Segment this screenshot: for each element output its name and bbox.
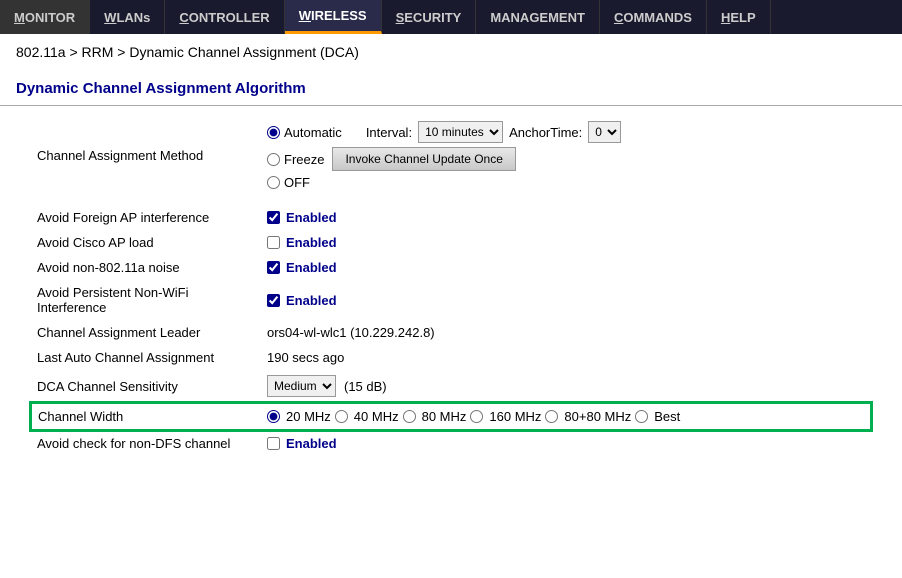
spacer-row-1: [31, 195, 871, 205]
nav-controller[interactable]: CONTROLLER: [165, 0, 284, 34]
freeze-row: Freeze Invoke Channel Update Once: [267, 147, 865, 171]
label-dca-sensitivity: DCA Channel Sensitivity: [31, 370, 261, 403]
nav-wlans[interactable]: WLANs: [90, 0, 165, 34]
anchor-label: AnchorTime:: [509, 125, 582, 140]
label-avoid-foreign-ap: Avoid Foreign AP interference: [31, 205, 261, 230]
label-channel-leader: Channel Assignment Leader: [31, 320, 261, 345]
mhz-best-label[interactable]: Best: [635, 409, 680, 424]
value-avoid-cisco-ap: Enabled: [261, 230, 871, 255]
row-channel-width: Channel Width 20 MHz 40 MHz 80 MHz: [31, 403, 871, 430]
radio-80mhz[interactable]: [403, 410, 416, 423]
nav-security[interactable]: SECURITY: [382, 0, 477, 34]
row-avoid-persistent: Avoid Persistent Non-WiFi Interference E…: [31, 280, 871, 320]
main-nav: MONITOR WLANs CONTROLLER WIRELESS SECURI…: [0, 0, 902, 34]
radio-80plus80mhz[interactable]: [545, 410, 558, 423]
row-avoid-non-80211a: Avoid non-802.11a noise Enabled: [31, 255, 871, 280]
nav-wireless[interactable]: WIRELESS: [285, 0, 382, 34]
radio-auto[interactable]: [267, 126, 280, 139]
mhz-options: 20 MHz 40 MHz 80 MHz 160 MHz: [267, 409, 864, 424]
row-channel-leader: Channel Assignment Leader ors04-wl-wlc1 …: [31, 320, 871, 345]
label-avoid-dfs: Avoid check for non-DFS channel: [31, 430, 261, 456]
row-channel-method: Channel Assignment Method Automatic Inte…: [31, 116, 871, 195]
form-area: Channel Assignment Method Automatic Inte…: [0, 106, 902, 466]
value-channel-leader: ors04-wl-wlc1 (10.229.242.8): [261, 320, 871, 345]
checkbox-avoid-dfs[interactable]: [267, 437, 280, 450]
checkbox-avoid-non-80211a[interactable]: [267, 261, 280, 274]
interval-select[interactable]: 10 minutes 1 hour 6 hours 24 hours: [418, 121, 503, 143]
radio-label-freeze[interactable]: Freeze: [267, 152, 324, 167]
invoke-button[interactable]: Invoke Channel Update Once: [332, 147, 515, 171]
label-last-auto: Last Auto Channel Assignment: [31, 345, 261, 370]
checkbox-avoid-cisco-ap[interactable]: [267, 236, 280, 249]
label-channel-method: Channel Assignment Method: [31, 116, 261, 195]
label-avoid-non-80211a: Avoid non-802.11a noise: [31, 255, 261, 280]
radio-best[interactable]: [635, 410, 648, 423]
value-dca-sensitivity: Low Medium High (15 dB): [261, 370, 871, 403]
value-avoid-non-80211a: Enabled: [261, 255, 871, 280]
mhz-40-label[interactable]: 40 MHz: [335, 409, 399, 424]
radio-20mhz[interactable]: [267, 410, 280, 423]
label-channel-width: Channel Width: [31, 403, 261, 430]
label-avoid-persistent: Avoid Persistent Non-WiFi Interference: [31, 280, 261, 320]
radio-label-off[interactable]: OFF: [267, 175, 310, 190]
checkbox-label-avoid-persistent[interactable]: Enabled: [267, 293, 865, 308]
row-last-auto: Last Auto Channel Assignment 190 secs ag…: [31, 345, 871, 370]
value-avoid-dfs: Enabled: [261, 430, 871, 456]
row-avoid-dfs: Avoid check for non-DFS channel Enabled: [31, 430, 871, 456]
checkbox-label-avoid-cisco-ap[interactable]: Enabled: [267, 235, 865, 250]
nav-management[interactable]: MANAGEMENT: [476, 0, 600, 34]
value-avoid-persistent: Enabled: [261, 280, 871, 320]
inline-selects: Interval: 10 minutes 1 hour 6 hours 24 h…: [366, 121, 621, 143]
row-avoid-cisco-ap: Avoid Cisco AP load Enabled: [31, 230, 871, 255]
anchor-select[interactable]: 0 1 2: [588, 121, 621, 143]
radio-label-auto[interactable]: Automatic: [267, 125, 342, 140]
checkbox-avoid-foreign-ap[interactable]: [267, 211, 280, 224]
auto-row: Automatic Interval: 10 minutes 1 hour 6 …: [267, 121, 865, 143]
checkbox-label-avoid-foreign-ap[interactable]: Enabled: [267, 210, 865, 225]
sensitivity-select[interactable]: Low Medium High: [267, 375, 336, 397]
value-avoid-foreign-ap: Enabled: [261, 205, 871, 230]
nav-commands[interactable]: COMMANDS: [600, 0, 707, 34]
checkbox-label-avoid-non-80211a[interactable]: Enabled: [267, 260, 865, 275]
value-channel-width: 20 MHz 40 MHz 80 MHz 160 MHz: [261, 403, 871, 430]
mhz-80-label[interactable]: 80 MHz: [403, 409, 467, 424]
mhz-80plus80-label[interactable]: 80+80 MHz: [545, 409, 631, 424]
value-channel-method: Automatic Interval: 10 minutes 1 hour 6 …: [261, 116, 871, 195]
radio-off[interactable]: [267, 176, 280, 189]
section-title: Dynamic Channel Assignment Algorithm: [0, 72, 902, 106]
form-table: Channel Assignment Method Automatic Inte…: [30, 116, 872, 456]
checkbox-label-avoid-dfs[interactable]: Enabled: [267, 436, 865, 451]
radio-freeze[interactable]: [267, 153, 280, 166]
radio-40mhz[interactable]: [335, 410, 348, 423]
mhz-20-label[interactable]: 20 MHz: [267, 409, 331, 424]
value-last-auto: 190 secs ago: [261, 345, 871, 370]
interval-label: Interval:: [366, 125, 412, 140]
radio-160mhz[interactable]: [470, 410, 483, 423]
off-row: OFF: [267, 175, 865, 190]
nav-help[interactable]: HELP: [707, 0, 771, 34]
row-avoid-foreign-ap: Avoid Foreign AP interference Enabled: [31, 205, 871, 230]
label-avoid-cisco-ap: Avoid Cisco AP load: [31, 230, 261, 255]
row-dca-sensitivity: DCA Channel Sensitivity Low Medium High …: [31, 370, 871, 403]
mhz-160-label[interactable]: 160 MHz: [470, 409, 541, 424]
sensitivity-db: (15 dB): [344, 379, 387, 394]
breadcrumb: 802.11a > RRM > Dynamic Channel Assignme…: [0, 34, 902, 64]
checkbox-avoid-persistent[interactable]: [267, 294, 280, 307]
nav-monitor[interactable]: MONITOR: [0, 0, 90, 34]
